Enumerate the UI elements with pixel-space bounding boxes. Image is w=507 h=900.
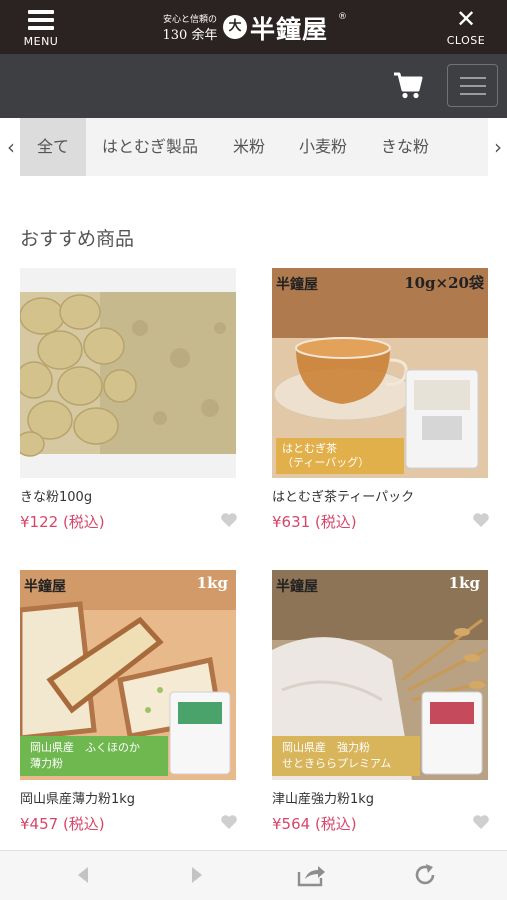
category-tab-hatomugi[interactable]: はとむぎ製品 bbox=[90, 118, 210, 176]
product-brand-mark: 半鐘屋 bbox=[276, 579, 318, 595]
product-name[interactable]: はとむぎ茶ティーパック bbox=[272, 486, 414, 505]
cart-icon[interactable] bbox=[393, 70, 423, 100]
reload-icon[interactable] bbox=[412, 862, 438, 888]
product-image-flour[interactable]: 半鐘屋 1kg 岡山県産 強力粉 せときららプレミアム bbox=[272, 570, 488, 780]
brand-tagline: 安心と信頼の 130 余年 bbox=[162, 15, 218, 43]
section-title: おすすめ商品 bbox=[20, 228, 135, 250]
share-icon[interactable] bbox=[296, 862, 326, 888]
menu-button[interactable]: MENU bbox=[18, 8, 64, 48]
heart-icon[interactable] bbox=[220, 512, 238, 528]
product-name[interactable]: きな粉100g bbox=[20, 486, 92, 505]
product-banner: 岡山県産 強力粉 せときららプレミアム bbox=[282, 741, 392, 770]
heart-icon[interactable] bbox=[472, 512, 490, 528]
product-name[interactable]: 岡山県産薄力粉1kg bbox=[20, 788, 135, 807]
category-strip: 全て はとむぎ製品 米粉 小麦粉 きな粉 bbox=[20, 118, 488, 176]
brand-name: 半鐘屋 bbox=[250, 15, 329, 44]
product-banner: はとむぎ茶 （ティーバッグ） bbox=[282, 442, 370, 469]
brand-seal: 大 bbox=[223, 15, 247, 39]
product-banner: 岡山県産 ふくほのか 薄力粉 bbox=[30, 741, 140, 770]
product-badge: 1kg bbox=[196, 574, 228, 592]
product-brand-mark: 半鐘屋 bbox=[276, 277, 318, 293]
product-price: ¥122 (税込) bbox=[20, 513, 105, 531]
product-price: ¥564 (税込) bbox=[272, 815, 357, 833]
category-nav: 全て はとむぎ製品 米粉 小麦粉 きな粉 bbox=[0, 118, 507, 176]
brand-logo[interactable]: 安心と信頼の 130 余年 大 半鐘屋 ® bbox=[160, 10, 350, 46]
category-prev-arrow[interactable]: ‹ bbox=[2, 118, 20, 176]
forward-icon[interactable] bbox=[186, 862, 208, 888]
category-tab-rice-flour[interactable]: 米粉 bbox=[218, 118, 280, 176]
product-image-hatomugi-tea[interactable]: 半鐘屋 10g×20袋 はとむぎ茶 （ティーバッグ） bbox=[272, 268, 488, 478]
close-button[interactable]: ✕ CLOSE bbox=[443, 5, 489, 48]
product-image-pound-cake[interactable]: 半鐘屋 1kg 岡山県産 ふくほのか 薄力粉 bbox=[20, 570, 236, 780]
category-tab-wheat-flour[interactable]: 小麦粉 bbox=[288, 118, 358, 176]
product-image-kinako[interactable] bbox=[20, 268, 236, 478]
product-badge: 1kg bbox=[448, 574, 480, 592]
menu-label: MENU bbox=[23, 35, 59, 48]
product-price: ¥457 (税込) bbox=[20, 815, 105, 833]
registered-mark: ® bbox=[338, 12, 347, 22]
category-next-arrow[interactable]: › bbox=[489, 118, 507, 176]
product-price: ¥631 (税込) bbox=[272, 513, 357, 531]
heart-icon[interactable] bbox=[220, 814, 238, 830]
hamburger-icon[interactable] bbox=[447, 64, 498, 107]
close-icon: ✕ bbox=[455, 5, 477, 33]
category-tab-all[interactable]: 全て bbox=[20, 118, 86, 176]
category-tab-kinako[interactable]: きな粉 bbox=[370, 118, 440, 176]
close-label: CLOSE bbox=[446, 34, 486, 47]
product-brand-mark: 半鐘屋 bbox=[24, 579, 66, 595]
sub-header bbox=[0, 54, 507, 118]
heart-icon[interactable] bbox=[472, 814, 490, 830]
product-badge: 10g×20袋 bbox=[404, 274, 484, 292]
product-name[interactable]: 津山産強力粉1kg bbox=[272, 788, 374, 807]
menu-icon bbox=[28, 10, 54, 30]
back-icon[interactable] bbox=[72, 862, 94, 888]
